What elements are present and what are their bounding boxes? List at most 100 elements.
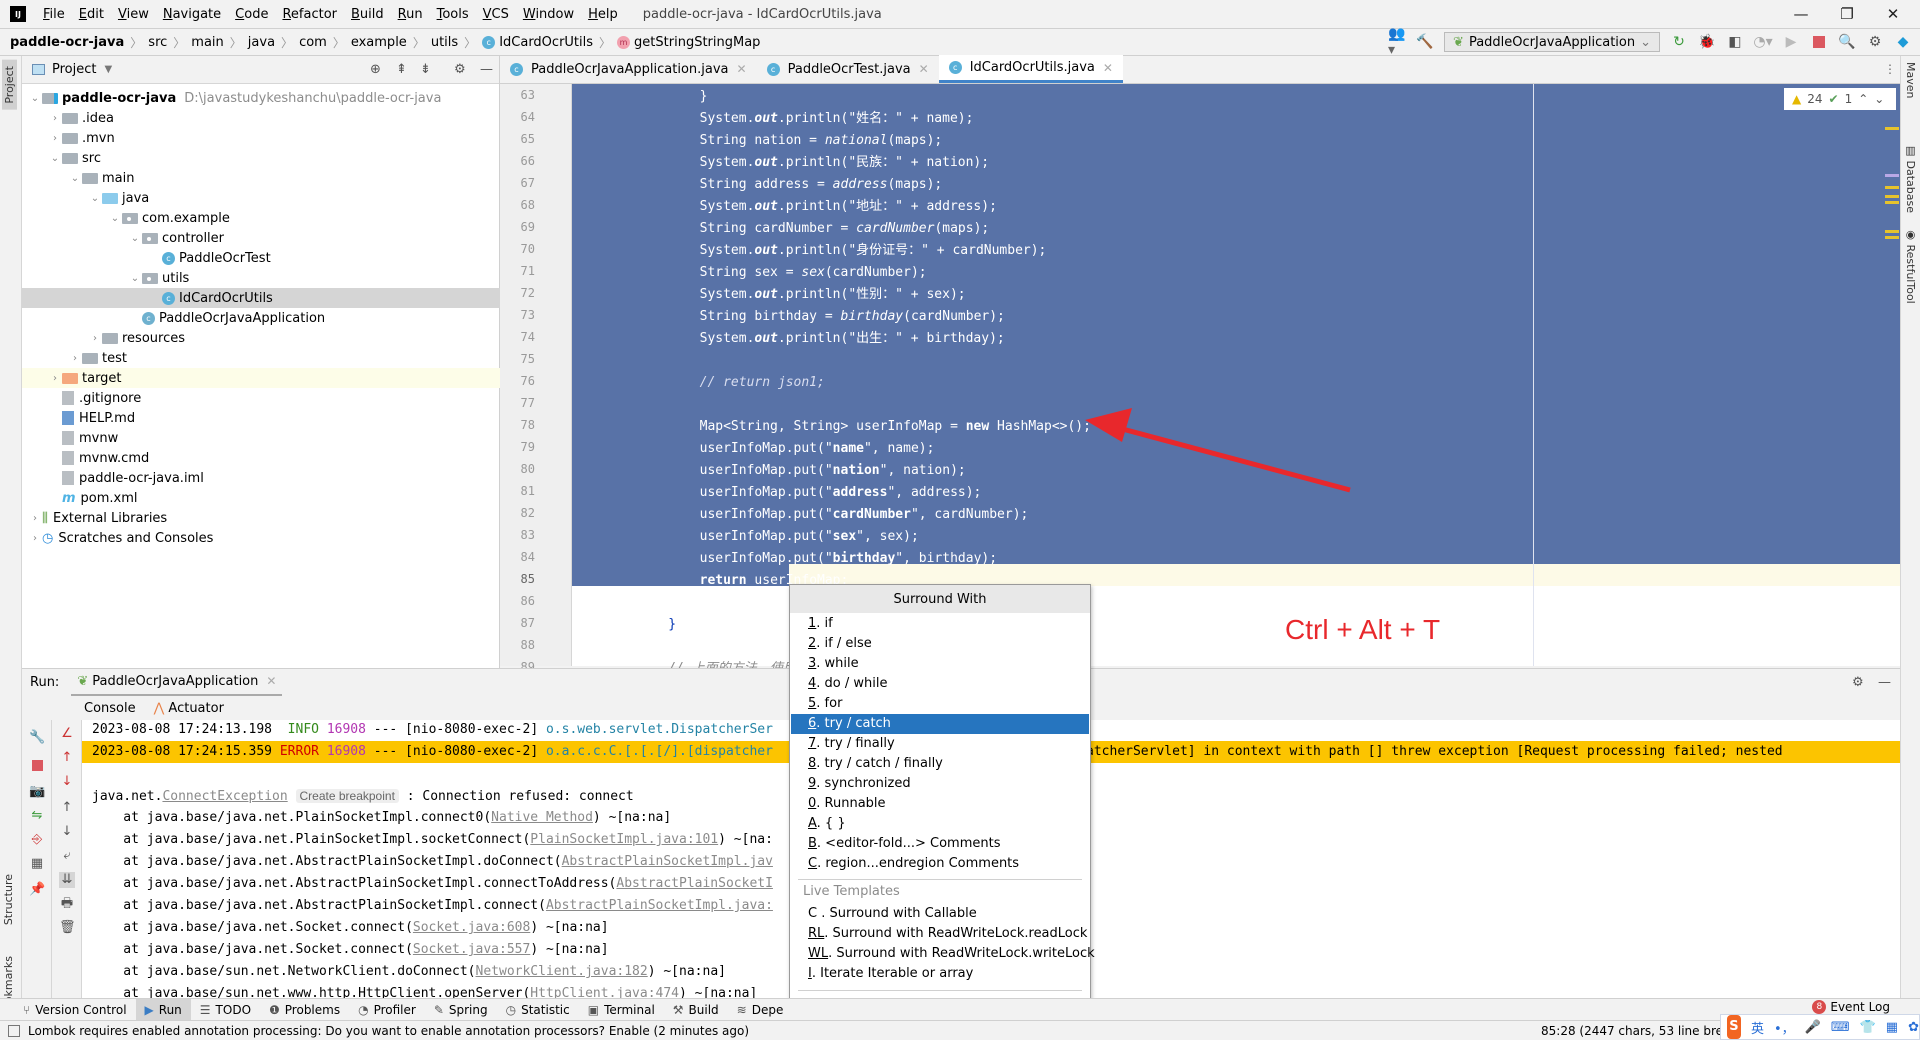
chevron-down-icon[interactable]: ⌄ <box>88 193 102 204</box>
source-link[interactable]: Socket.java:608 <box>413 920 530 935</box>
tree-item[interactable]: › .mvn <box>22 128 500 148</box>
menu-window[interactable]: Window <box>516 7 581 22</box>
error-stripe-marker[interactable] <box>1885 201 1899 204</box>
surround-option[interactable]: 2. if / else <box>791 634 1089 654</box>
menu-code[interactable]: Code <box>228 7 275 22</box>
database-tool-tab[interactable]: ▥ Database <box>1904 144 1917 213</box>
sogou-logo-icon[interactable]: S <box>1727 1015 1741 1039</box>
source-link[interactable]: AbstractPlainSocketImpl.jav <box>562 854 773 869</box>
editor-tab[interactable]: c PaddleOcrJavaApplication.java ✕ <box>500 55 757 83</box>
chevron-right-icon[interactable]: › <box>68 353 82 364</box>
expand-all-icon[interactable]: ⇞ <box>396 62 407 77</box>
chevron-right-icon[interactable]: › <box>28 513 42 524</box>
minimize-button[interactable]: — <box>1778 0 1824 28</box>
breadcrumb-item[interactable]: main <box>191 35 223 50</box>
source-link[interactable]: AbstractPlainSocketImpl.java: <box>546 898 773 913</box>
chevron-right-icon[interactable]: › <box>48 113 62 124</box>
chevron-right-icon[interactable]: › <box>28 533 42 544</box>
error-stripe-marker[interactable] <box>1885 127 1899 130</box>
menu-run[interactable]: Run <box>391 7 430 22</box>
coverage-icon[interactable]: ◧ <box>1726 33 1744 51</box>
structure-tool-tab[interactable]: Structure <box>2 874 15 925</box>
surround-option[interactable]: 1. if <box>791 614 1089 634</box>
close-icon[interactable]: ✕ <box>1103 61 1113 75</box>
tree-item[interactable]: .gitignore <box>22 388 500 408</box>
breadcrumb-item[interactable]: java <box>248 35 275 50</box>
surround-option[interactable]: C. region...endregion Comments <box>791 854 1089 874</box>
up-arrow-icon[interactable]: ↑ <box>59 750 75 766</box>
tree-item[interactable]: › target <box>22 368 500 388</box>
breadcrumb-item[interactable]: example <box>351 35 407 50</box>
breadcrumb-item[interactable]: src <box>148 35 167 50</box>
ime-language[interactable]: 英 <box>1751 1018 1764 1037</box>
tree-item[interactable]: paddle-ocr-java.iml <box>22 468 500 488</box>
notification-icon[interactable] <box>8 1024 20 1037</box>
tool-window-version-control[interactable]: ⑂ Version Control <box>14 999 136 1021</box>
soft-wrap-icon[interactable]: ⤶ <box>59 848 75 864</box>
close-window-button[interactable]: ✕ <box>1870 0 1916 28</box>
chevron-down-icon[interactable]: ⌄ <box>128 273 142 284</box>
wrench-icon[interactable]: 🔧 <box>29 730 45 746</box>
locate-file-icon[interactable]: ⊕ <box>370 62 381 77</box>
maven-tool-tab[interactable]: Maven <box>1904 62 1917 98</box>
chevron-down-icon[interactable]: ⌄ <box>48 153 62 164</box>
run-icon[interactable]: ▶ <box>1782 33 1800 51</box>
tree-item[interactable]: ⌄ paddle-ocr-java D:\javastudykeshanchu\pa… <box>22 88 500 108</box>
skin-icon[interactable]: 👕 <box>1860 1020 1876 1035</box>
menu-file[interactable]: File <box>36 7 72 22</box>
chevron-down-icon[interactable]: ▼ <box>104 64 112 75</box>
project-view-select[interactable]: Project <box>52 62 96 77</box>
source-link[interactable]: AbstractPlainSocketI <box>616 876 773 891</box>
settings-gear-icon[interactable]: ⚙ <box>1866 33 1884 51</box>
run-config-select[interactable]: ❦ PaddleOcrJavaApplication ⌄ <box>1444 32 1660 52</box>
debug-icon[interactable]: 🐞 <box>1698 33 1716 51</box>
rerun-icon[interactable]: ↻ <box>1670 33 1688 51</box>
source-link[interactable]: PlainSocketImpl.java:101 <box>530 832 718 847</box>
live-template-option[interactable]: WL. Surround with ReadWriteLock.writeLoc… <box>791 944 1095 964</box>
inspection-widget[interactable]: ▲ 24 ✔ 1 ⌃ ⌄ <box>1784 88 1896 110</box>
source-link[interactable]: Socket.java:557 <box>413 942 530 957</box>
breadcrumb-item[interactable]: m getStringStringMap <box>617 35 760 50</box>
hide-panel-icon[interactable]: — <box>480 62 493 77</box>
maximize-button[interactable]: ❐ <box>1824 0 1870 28</box>
console-tab[interactable]: Console <box>84 701 136 716</box>
menu-vcs[interactable]: VCS <box>476 7 516 22</box>
tool-window-statistic[interactable]: ◷ Statistic <box>497 999 579 1021</box>
menu-refactor[interactable]: Refactor <box>275 7 344 22</box>
chevron-down-icon[interactable]: ⌄ <box>108 213 122 224</box>
restfultool-tool-tab[interactable]: ◉ RestfulTool <box>1904 228 1917 304</box>
error-stripe-marker[interactable] <box>1885 230 1899 233</box>
more-tabs-icon[interactable]: ⋮ <box>1884 62 1896 76</box>
tool-window-dependencies[interactable]: ≋ Depe <box>728 999 793 1021</box>
source-link[interactable]: HttpClient.java:474 <box>530 986 679 998</box>
error-stripe-marker[interactable] <box>1885 236 1899 239</box>
error-stripe-marker[interactable] <box>1885 174 1899 177</box>
build-hammer-icon[interactable]: 🔨 <box>1416 33 1434 51</box>
tree-item[interactable]: ⌄ utils <box>22 268 500 288</box>
surround-option[interactable]: 4. do / while <box>791 674 1089 694</box>
caret-position[interactable]: 85:28 (2447 chars, 53 line brea <box>1541 1024 1730 1038</box>
chevron-down-icon[interactable]: ⌄ <box>28 93 42 104</box>
menu-view[interactable]: View <box>111 7 156 22</box>
panel-settings-icon[interactable]: ⚙ <box>454 62 466 77</box>
down-arrow-icon[interactable]: ↓ <box>59 774 75 790</box>
event-log-button[interactable]: 8 Event Log <box>1812 1000 1890 1014</box>
breadcrumb-item[interactable]: com <box>299 35 327 50</box>
surround-option[interactable]: 5. for <box>791 694 1089 714</box>
live-template-option[interactable]: I. Iterate Iterable or array <box>791 964 1089 984</box>
vcs-user-icon[interactable]: 👥▾ <box>1388 26 1406 58</box>
chevron-right-icon[interactable]: › <box>88 333 102 344</box>
tree-item[interactable]: › resources <box>22 328 500 348</box>
tree-item[interactable]: HELP.md <box>22 408 500 428</box>
tree-item[interactable]: c IdCardOcrUtils <box>22 288 500 308</box>
run-tab[interactable]: ❦ PaddleOcrJavaApplication ✕ <box>71 669 283 697</box>
scroll-to-end-icon[interactable]: ⇊ <box>59 872 75 888</box>
tool-window-problems[interactable]: ❶ Problems <box>260 999 349 1021</box>
clear-filter-icon[interactable]: ∠ <box>59 726 75 742</box>
exit-icon[interactable]: ⎆ <box>29 832 45 848</box>
tree-item[interactable]: › .idea <box>22 108 500 128</box>
live-template-option[interactable]: C . Surround with Callable <box>791 904 1089 924</box>
editor-tab[interactable]: c PaddleOcrTest.java ✕ <box>757 55 939 83</box>
surround-option[interactable]: B. <editor-fold...> Comments <box>791 834 1089 854</box>
editor-tab[interactable]: c IdCardOcrUtils.java ✕ <box>938 55 1123 83</box>
